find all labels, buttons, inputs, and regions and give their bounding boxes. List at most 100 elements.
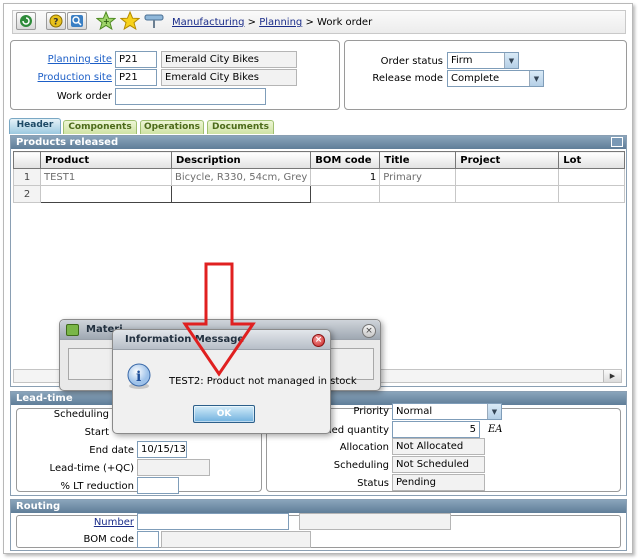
routing-bom-code-field[interactable] (137, 531, 159, 548)
breadcrumb-manufacturing[interactable]: Manufacturing (172, 17, 244, 28)
allocation-field: Not Allocated (392, 438, 485, 455)
star-icon (119, 10, 141, 31)
planned-quantity-unit: EA (488, 424, 503, 435)
routing-number-link[interactable]: Number (34, 517, 134, 528)
row-number: 2 (13, 185, 41, 203)
info-icon: i (125, 362, 153, 390)
svg-text:+: + (103, 17, 110, 26)
scroll-right-icon[interactable]: ▶ (603, 370, 621, 382)
pin-button[interactable] (143, 12, 165, 30)
production-site-link[interactable]: Production site (28, 72, 112, 83)
routing-number-field[interactable] (137, 513, 289, 530)
app-icon (66, 324, 79, 336)
column-header-product[interactable]: Product (40, 151, 172, 169)
routing-section-title: Routing (11, 500, 626, 513)
leadtime-qc-label: Lead-time (+QC) (49, 463, 134, 474)
zoom-icon (71, 15, 83, 27)
pin-icon (144, 14, 164, 28)
refresh-button[interactable] (16, 12, 36, 30)
tab-header[interactable]: Header (9, 118, 61, 134)
close-icon[interactable]: × (362, 324, 376, 338)
cell-title[interactable] (379, 185, 457, 203)
routing-bom-code-label: BOM code (83, 534, 134, 545)
expand-icon[interactable] (611, 137, 623, 147)
table-row[interactable]: 1 TEST1 Bicycle, R330, 54cm, Grey 1 Prim… (13, 168, 626, 186)
tab-documents[interactable]: Documents (207, 120, 274, 134)
cell-lot[interactable] (558, 185, 626, 203)
help-button[interactable]: ? (46, 12, 66, 30)
lt-reduction-field[interactable] (137, 477, 179, 494)
leadtime-qc-field (137, 459, 210, 476)
column-header-title[interactable]: Title (379, 151, 457, 169)
refresh-icon (20, 15, 32, 27)
table-row[interactable]: 2 (13, 185, 626, 203)
release-mode-value: Complete (451, 73, 500, 84)
end-date-field[interactable]: 10/15/13 (137, 441, 187, 458)
breadcrumb-separator: > (247, 17, 256, 28)
routing-description-field (299, 513, 451, 530)
order-status-value: Firm (451, 55, 473, 66)
end-date-label: End date (89, 445, 134, 456)
close-icon[interactable]: × (312, 334, 325, 347)
order-status-label: Order status (380, 56, 443, 67)
start-label: Start (84, 427, 109, 438)
annotation-arrow (182, 262, 256, 377)
planning-site-link[interactable]: Planning site (28, 54, 112, 65)
lt-reduction-label: % LT reduction (60, 481, 134, 492)
row-number-header (13, 151, 41, 169)
work-order-window: ? + Manufacturing > Planning > Work orde… (3, 3, 633, 554)
scheduling-status-field: Not Scheduled (392, 456, 485, 473)
status-field: Pending (392, 474, 485, 491)
products-section-title: Products released (11, 136, 626, 149)
work-order-field[interactable] (115, 88, 266, 105)
column-header-description[interactable]: Description (170, 151, 312, 169)
planning-site-code-field[interactable]: P21 (115, 51, 157, 68)
ok-button[interactable]: OK (193, 405, 255, 423)
planned-quantity-field[interactable]: 5 (392, 421, 480, 438)
star-add-icon: + (95, 10, 117, 31)
order-status-select[interactable]: Firm ▼ (447, 52, 519, 69)
scheduling-label: Scheduling (53, 409, 109, 420)
svg-text:i: i (136, 369, 141, 385)
column-header-project[interactable]: Project (455, 151, 560, 169)
cell-bom-code[interactable] (310, 185, 381, 203)
cell-description[interactable]: Bicycle, R330, 54cm, Grey (170, 168, 312, 186)
cell-project[interactable] (455, 168, 560, 186)
cell-product[interactable]: TEST1 (40, 168, 172, 186)
breadcrumb-separator: > (305, 17, 314, 28)
allocation-label: Allocation (339, 442, 389, 453)
routing-bom-description-field (161, 531, 311, 548)
help-icon: ? (49, 14, 63, 28)
cell-project[interactable] (455, 185, 560, 203)
column-header-lot[interactable]: Lot (558, 151, 626, 169)
production-site-code-field[interactable]: P21 (115, 69, 157, 86)
chevron-down-icon: ▼ (504, 53, 518, 68)
svg-text:?: ? (53, 18, 58, 28)
breadcrumb: Manufacturing > Planning > Work order (172, 17, 372, 28)
zoom-button[interactable] (67, 12, 87, 30)
breadcrumb-current: Work order (317, 17, 373, 28)
cell-title[interactable]: Primary (379, 168, 457, 186)
tab-operations[interactable]: Operations (140, 120, 204, 134)
row-number: 1 (13, 168, 41, 186)
production-site-name-field: Emerald City Bikes (161, 69, 297, 86)
tab-components[interactable]: Components (63, 120, 137, 134)
status-label: Status (357, 478, 389, 489)
breadcrumb-planning[interactable]: Planning (259, 17, 302, 28)
cell-product[interactable] (40, 185, 172, 203)
scheduling-status-label: Scheduling (333, 460, 389, 471)
favorites-add-button[interactable]: + (95, 10, 117, 31)
cell-lot[interactable] (558, 168, 626, 186)
column-header-bom-code[interactable]: BOM code (310, 151, 381, 169)
planning-site-name-field: Emerald City Bikes (161, 51, 297, 68)
priority-select[interactable]: Normal ▼ (392, 403, 502, 420)
release-mode-select[interactable]: Complete ▼ (447, 70, 544, 87)
priority-value: Normal (396, 406, 433, 417)
work-order-label: Work order (56, 91, 112, 102)
release-mode-label: Release mode (372, 73, 443, 84)
cell-description[interactable] (170, 185, 312, 203)
favorites-button[interactable] (119, 10, 141, 31)
cell-bom-code[interactable]: 1 (310, 168, 381, 186)
chevron-down-icon: ▼ (529, 71, 543, 86)
products-grid: Product Description BOM code Title Proje… (13, 151, 626, 203)
